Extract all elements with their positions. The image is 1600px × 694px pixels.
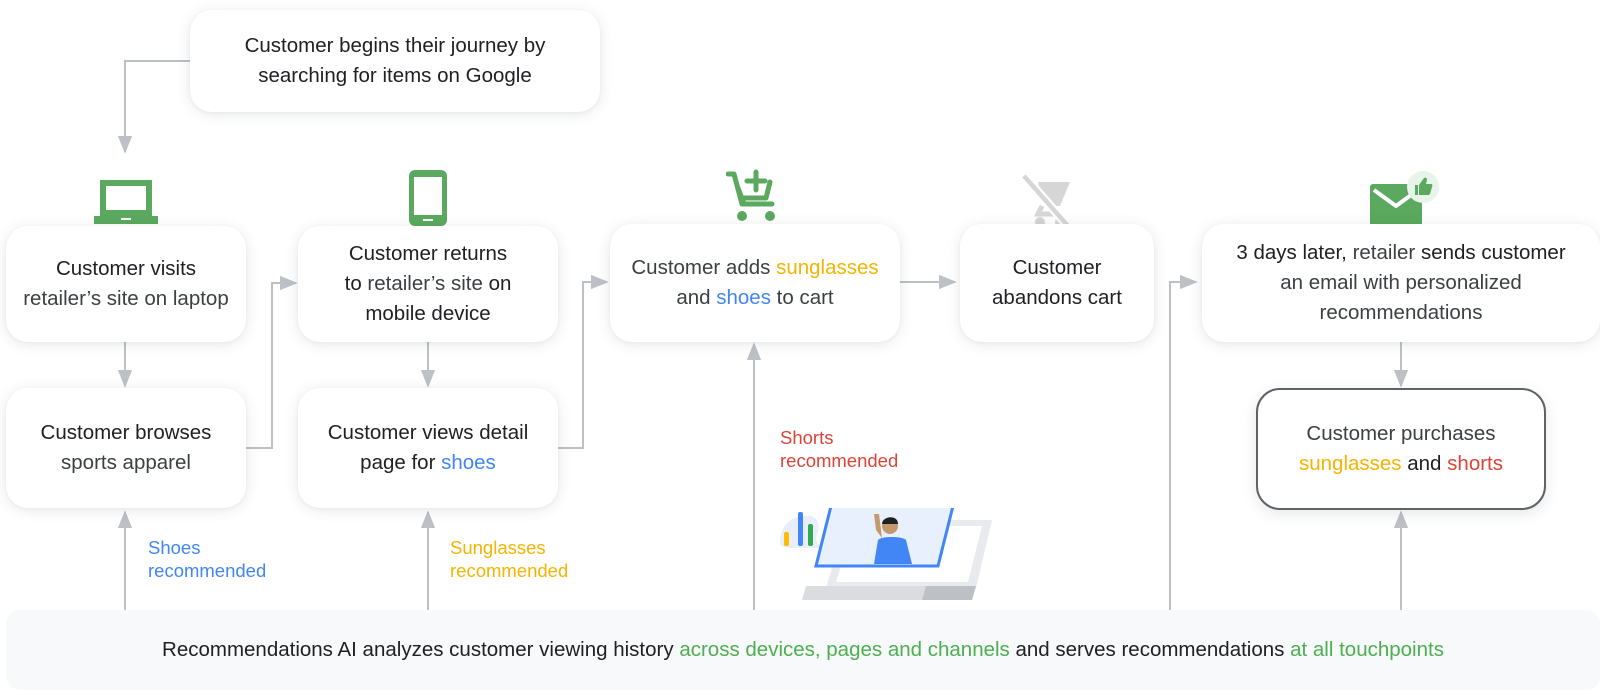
shoes-recommended-line1: Shoes xyxy=(148,537,201,558)
abandons-line1: Customer xyxy=(1012,256,1102,279)
step-visit-laptop: Customer visits retailer’s site on lapto… xyxy=(6,226,246,342)
footer-highlight-devices: across devices, pages and channels xyxy=(679,638,1010,661)
adds-cart-line1: Customer adds sunglasses xyxy=(631,253,878,283)
returns-retailer-site-text: retailer’s site xyxy=(367,272,483,295)
shorts-recommended-line1: Shorts xyxy=(780,427,834,448)
adds-cart-line2: and shoes to cart xyxy=(631,283,878,313)
returns-mobile-line3: mobile device xyxy=(365,302,491,325)
connector-browses-to-returns xyxy=(246,275,298,449)
footer-highlight-touchpoints: at all touchpoints xyxy=(1290,638,1444,661)
returns-mobile-line2: to retailer’s site on xyxy=(345,269,512,299)
smartphone-icon xyxy=(409,170,447,226)
step-browses: Customer browses sports apparel xyxy=(6,388,246,508)
laptop-icon xyxy=(94,180,158,224)
views-detail-text: page for xyxy=(360,451,442,474)
sunglasses-highlight: sunglasses xyxy=(1299,452,1402,475)
footer-text: and serves recommendations xyxy=(1009,638,1291,661)
email-thumbs-up-icon xyxy=(1370,171,1439,226)
adds-cart-text: Customer adds xyxy=(631,256,777,279)
step-returns-mobile: Customer returns to retailer’s site on m… xyxy=(298,226,558,342)
remove-shopping-cart-icon xyxy=(1020,173,1072,228)
footer-text: Recommendations AI analyzes customer vie… xyxy=(162,638,680,661)
sunglasses-recommended-line2: recommended xyxy=(450,560,569,581)
visit-laptop-line2: retailer’s site on laptop xyxy=(23,287,229,310)
adds-cart-text: to cart xyxy=(770,286,834,309)
shorts-recommended-label: Shorts recommended xyxy=(780,426,898,472)
purchase-text: and xyxy=(1401,452,1448,475)
step-purchase: Customer purchases sunglasses and shorts xyxy=(1256,388,1546,510)
step-views-detail: Customer views detail page for shoes xyxy=(298,388,558,508)
purchase-line2: sunglasses and shorts xyxy=(1299,449,1503,479)
connector-footer-to-email xyxy=(1169,274,1198,610)
step-abandons-cart: Customer abandons cart xyxy=(960,224,1154,342)
recommendations-ai-footer: Recommendations AI analyzes customer vie… xyxy=(6,610,1600,690)
visit-laptop-line1: Customer visits xyxy=(55,257,197,280)
shoes-recommended-line2: recommended xyxy=(148,560,267,581)
start-step-box: Customer begins their journey by searchi… xyxy=(190,10,600,112)
purchase-line1: Customer purchases xyxy=(1306,422,1496,445)
email-text: sends customer xyxy=(1415,241,1566,264)
shoes-highlight: shoes xyxy=(441,451,496,474)
shoes-recommended-label: Shoes recommended xyxy=(148,536,266,582)
retailer-text: retailer xyxy=(1352,241,1416,264)
sunglasses-recommended-line1: Sunglasses xyxy=(450,537,546,558)
step-adds-to-cart: Customer adds sunglasses and shoes to ca… xyxy=(610,224,900,342)
browses-line1: Customer browses xyxy=(40,421,212,444)
browses-line2: sports apparel xyxy=(61,451,191,474)
start-step-line2: searching for items on Google xyxy=(258,64,532,87)
returns-mobile-line1: Customer returns xyxy=(348,242,508,265)
start-step-line1: Customer begins their journey by xyxy=(244,34,546,57)
shorts-highlight: shorts xyxy=(1447,452,1503,475)
sunglasses-recommended-label: Sunglasses recommended xyxy=(450,536,568,582)
sunglasses-highlight: sunglasses xyxy=(776,256,879,279)
views-detail-line1: Customer views detail xyxy=(327,421,529,444)
step-email-recommendations: 3 days later, retailer sends customer an… xyxy=(1202,224,1600,342)
views-detail-line2: page for shoes xyxy=(328,448,529,478)
abandons-line2: abandons cart xyxy=(992,286,1122,309)
add-to-cart-icon xyxy=(726,169,775,221)
person-on-laptop-illustration xyxy=(780,508,992,600)
shoes-highlight: shoes xyxy=(716,286,771,309)
shorts-recommended-line2: recommended xyxy=(780,450,899,471)
returns-text: to xyxy=(344,272,368,295)
returns-text: on xyxy=(482,272,512,295)
connector-views-to-adds xyxy=(558,274,609,449)
adds-cart-text: and xyxy=(676,286,717,309)
email-line2: an email with personalized xyxy=(1280,271,1522,294)
email-line1: 3 days later, retailer sends customer xyxy=(1236,238,1565,268)
email-line3: recommendations xyxy=(1319,301,1483,324)
connector-start-to-visit xyxy=(117,60,190,154)
email-text: 3 days later, xyxy=(1236,241,1353,264)
